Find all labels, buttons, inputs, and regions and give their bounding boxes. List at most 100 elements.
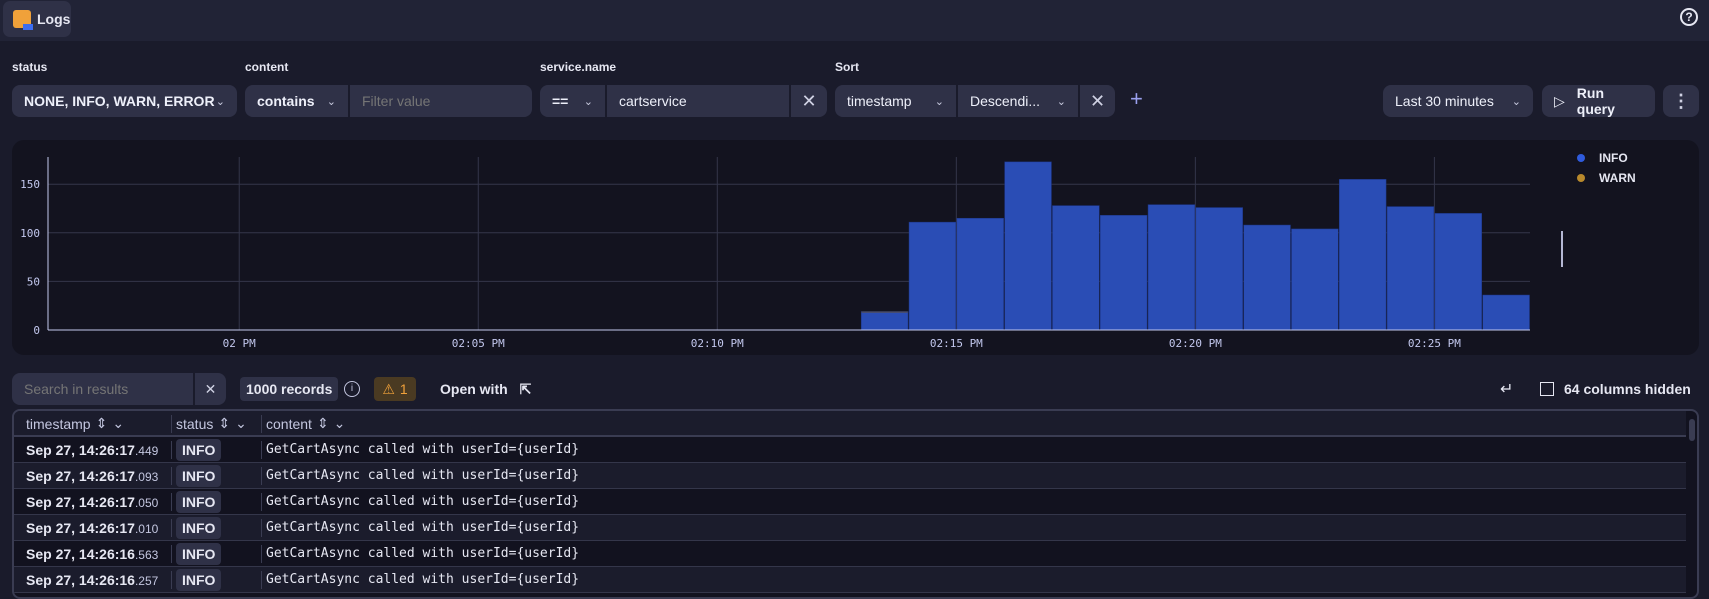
- column-header-status[interactable]: status ⇕ ⌄: [176, 415, 247, 432]
- chevron-down-icon[interactable]: ⌄: [112, 415, 124, 432]
- bar-info: [1147, 204, 1196, 331]
- timestamp-main: Sep 27, 14:26:17: [26, 442, 135, 458]
- content-cell: GetCartAsync called with userId={userId}: [266, 494, 580, 509]
- chevron-down-icon[interactable]: ⌄: [334, 415, 346, 432]
- cell-divider: [261, 493, 262, 511]
- cell-divider: [261, 467, 262, 485]
- y-tick-label: 50: [27, 275, 40, 288]
- column-resize-handle[interactable]: [261, 415, 262, 433]
- table-row[interactable]: Sep 27, 14:26:17.010 INFO GetCartAsync c…: [14, 515, 1686, 541]
- cell-divider: [171, 493, 172, 511]
- content-cell: GetCartAsync called with userId={userId}: [266, 546, 580, 561]
- timestamp-ms: .050: [134, 496, 159, 510]
- cell-divider: [261, 519, 262, 537]
- timestamp-ms: .093: [134, 470, 159, 484]
- timestamp-main: Sep 27, 14:26:17: [26, 520, 135, 536]
- sort-icon[interactable]: ⇕: [96, 415, 108, 432]
- table-row[interactable]: Sep 27, 14:26:17.050 INFO GetCartAsync c…: [14, 489, 1686, 515]
- chevron-down-icon[interactable]: ⌄: [235, 415, 247, 432]
- wrap-lines-icon[interactable]: ↵: [1500, 373, 1513, 405]
- cell-divider: [261, 571, 262, 589]
- bar-info: [1482, 294, 1530, 331]
- legend-item-warn[interactable]: WARN: [1577, 171, 1636, 185]
- records-count-badge: 1000 records: [240, 377, 339, 401]
- legend-scroll-handle[interactable]: [1561, 231, 1563, 267]
- status-badge: INFO: [176, 439, 222, 461]
- column-header-content[interactable]: content ⇕ ⌄: [266, 415, 345, 432]
- y-tick-label: 100: [20, 227, 40, 240]
- columns-hidden-label: 64 columns hidden: [1564, 381, 1691, 397]
- warnings-count: 1: [399, 381, 408, 397]
- timestamp-main: Sep 27, 14:26:17: [26, 468, 135, 484]
- column-label: status: [176, 415, 214, 432]
- content-cell: GetCartAsync called with userId={userId}: [266, 572, 580, 587]
- table-scrollbar[interactable]: [1689, 419, 1695, 441]
- search-results-input[interactable]: [12, 373, 193, 405]
- legend-label: WARN: [1599, 171, 1636, 185]
- timestamp-cell: Sep 27, 14:26:16.257: [26, 572, 158, 588]
- sort-icon[interactable]: ⇕: [218, 415, 230, 432]
- timestamp-ms: .449: [134, 444, 159, 458]
- x-tick-label: 02:20 PM: [1169, 337, 1222, 350]
- column-resize-handle[interactable]: [171, 415, 172, 433]
- timestamp-main: Sep 27, 14:26:16: [26, 572, 135, 588]
- open-with-label: Open with: [440, 381, 508, 397]
- cell-divider: [261, 545, 262, 563]
- legend-dot: [1577, 174, 1585, 182]
- columns-icon: [1540, 382, 1554, 396]
- close-icon: ✕: [204, 380, 217, 397]
- open-external-icon: ⇱: [519, 380, 532, 397]
- warnings-badge[interactable]: ⚠ 1: [374, 377, 416, 401]
- cell-divider: [171, 519, 172, 537]
- bar-info: [1099, 215, 1148, 331]
- bar-info: [1434, 213, 1482, 331]
- column-label: content: [266, 415, 312, 432]
- status-badge: INFO: [176, 543, 222, 565]
- timestamp-ms: .257: [134, 574, 159, 588]
- timestamp-cell: Sep 27, 14:26:16.563: [26, 546, 158, 562]
- timestamp-main: Sep 27, 14:26:17: [26, 494, 135, 510]
- bar-info: [956, 217, 1004, 331]
- status-badge: INFO: [176, 465, 222, 487]
- cell-divider: [171, 545, 172, 563]
- cell-divider: [171, 467, 172, 485]
- timestamp-cell: Sep 27, 14:26:17.093: [26, 468, 158, 484]
- cell-divider: [171, 571, 172, 589]
- x-tick-label: 02:10 PM: [691, 337, 744, 350]
- x-tick-label: 02 PM: [223, 337, 256, 350]
- content-cell: GetCartAsync called with userId={userId}: [266, 468, 580, 483]
- legend-item-info[interactable]: INFO: [1577, 151, 1636, 165]
- sort-icon[interactable]: ⇕: [317, 415, 329, 432]
- warning-icon: ⚠: [382, 380, 395, 397]
- column-header-timestamp[interactable]: timestamp ⇕ ⌄: [26, 415, 124, 432]
- legend-label: INFO: [1599, 151, 1628, 165]
- bar-info: [1291, 228, 1339, 331]
- timestamp-cell: Sep 27, 14:26:17.449: [26, 442, 158, 458]
- timestamp-main: Sep 27, 14:26:16: [26, 546, 135, 562]
- bar-info: [1052, 205, 1100, 331]
- bar-warn: [860, 311, 909, 313]
- y-tick-label: 0: [33, 324, 40, 337]
- timestamp-ms: .563: [134, 548, 159, 562]
- histogram-chart: 0 50 100 150 02 PM 02:05 PM 02:10 PM 02:15 PM 02…: [20, 157, 1530, 350]
- cell-divider: [261, 441, 262, 459]
- hidden-columns-button[interactable]: 64 columns hidden: [1540, 373, 1691, 405]
- table-row[interactable]: Sep 27, 14:26:16.257 INFO GetCartAsync c…: [14, 567, 1686, 593]
- table-row[interactable]: Sep 27, 14:26:16.563 INFO GetCartAsync c…: [14, 541, 1686, 567]
- clear-search-button[interactable]: ✕: [195, 373, 226, 405]
- content-cell: GetCartAsync called with userId={userId}: [266, 442, 580, 457]
- legend-dot: [1577, 154, 1585, 162]
- info-icon[interactable]: i: [344, 381, 360, 397]
- table-row[interactable]: Sep 27, 14:26:17.449 INFO GetCartAsync c…: [14, 437, 1686, 463]
- timestamp-ms: .010: [134, 522, 159, 536]
- bar-info: [908, 221, 957, 331]
- x-tick-label: 02:05 PM: [452, 337, 505, 350]
- x-tick-label: 02:15 PM: [930, 337, 983, 350]
- status-badge: INFO: [176, 491, 222, 513]
- table-row[interactable]: Sep 27, 14:26:17.093 INFO GetCartAsync c…: [14, 463, 1686, 489]
- bar-info: [860, 312, 909, 331]
- chart-legend: INFO WARN: [1577, 151, 1636, 185]
- table-header: timestamp ⇕ ⌄ status ⇕ ⌄ content ⇕ ⌄: [14, 411, 1686, 437]
- cell-divider: [171, 441, 172, 459]
- open-with-button[interactable]: Open with ⇱: [440, 373, 531, 405]
